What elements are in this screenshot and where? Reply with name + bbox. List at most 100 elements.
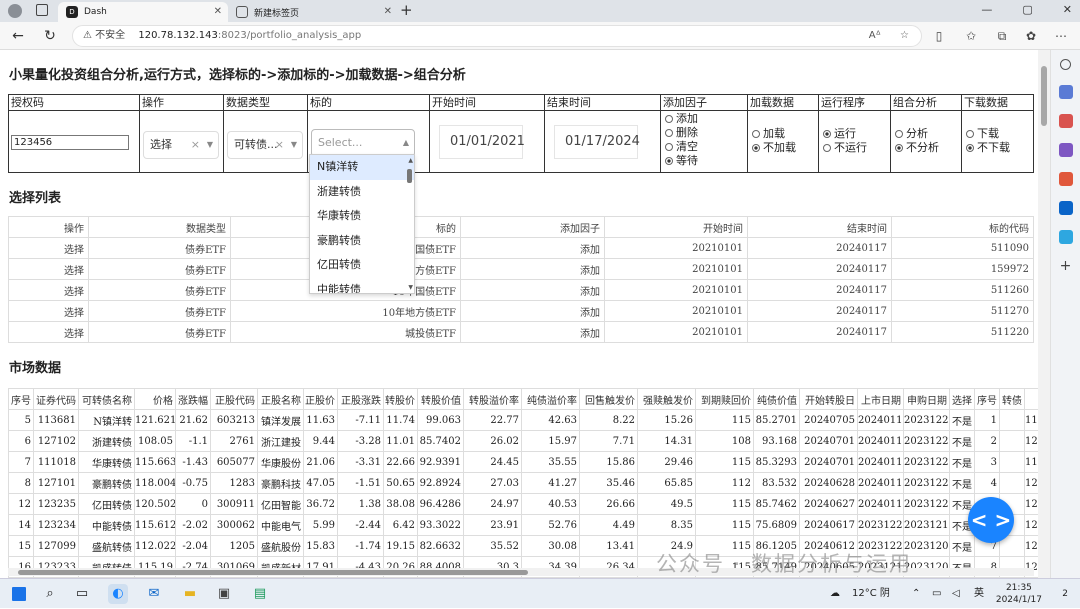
radio-checked-icon[interactable]	[752, 144, 760, 152]
weather-icon[interactable]: ☁	[830, 579, 840, 609]
radio-checked-icon[interactable]	[823, 130, 831, 138]
factor-option-add[interactable]: 添加	[665, 112, 747, 126]
market-col-header[interactable]: 正股代码	[210, 388, 258, 410]
radio-checked-icon[interactable]	[665, 157, 673, 165]
app-icon[interactable]: ▤	[250, 584, 270, 604]
search-icon[interactable]: ⌕	[40, 584, 60, 604]
new-tab-button[interactable]: +	[400, 1, 413, 19]
market-col-header[interactable]: 选择	[949, 388, 975, 410]
back-arrow-icon[interactable]: ←	[8, 26, 28, 46]
tag-icon[interactable]	[1058, 85, 1073, 99]
download-option-download[interactable]: 下载	[966, 127, 1033, 141]
analysis-option-no-analyze[interactable]: 不分析	[895, 141, 961, 155]
scroll-down-arrow-icon[interactable]: ▼	[408, 284, 413, 291]
market-col-header[interactable]: 证券代码	[33, 388, 79, 410]
radio-icon[interactable]	[895, 130, 903, 138]
market-col-header[interactable]: 涨跌幅	[175, 388, 211, 410]
chevron-down-icon[interactable]: ▼	[207, 132, 213, 158]
dropdown-option[interactable]: 浙建转债	[310, 180, 414, 205]
market-col-header[interactable]: 序号	[8, 388, 34, 410]
person-icon[interactable]	[1058, 143, 1073, 157]
radio-icon[interactable]	[823, 144, 831, 152]
radio-icon[interactable]	[966, 130, 974, 138]
load-option-no-load[interactable]: 不加载	[752, 141, 818, 155]
market-col-header[interactable]: 转债	[999, 388, 1025, 410]
file-explorer-icon[interactable]: ▬	[180, 584, 200, 604]
profile-icon[interactable]	[8, 4, 22, 18]
close-window-icon[interactable]: ✕	[1063, 3, 1072, 16]
url-field[interactable]: ⚠ 不安全 120.78.132.143:8023/portfolio_anal…	[72, 25, 922, 47]
vertical-scroll-thumb[interactable]	[1041, 66, 1047, 126]
market-col-header[interactable]: 序号	[974, 388, 1000, 410]
split-screen-icon[interactable]: ▯	[930, 27, 948, 45]
clear-icon[interactable]: ×	[191, 132, 200, 158]
load-option-load[interactable]: 加载	[752, 127, 818, 141]
scroll-up-arrow-icon[interactable]: ▲	[408, 157, 413, 164]
market-col-header[interactable]: 正股涨跌	[337, 388, 384, 410]
search-icon[interactable]	[1060, 59, 1071, 70]
vertical-scrollbar[interactable]	[1038, 50, 1050, 578]
selection-row[interactable]: 选择 债券ETF 10年国债ETF 添加 20210101 20240117 511260	[8, 279, 1034, 301]
selection-row[interactable]: 选择 债券ETF 地方债ETF 添加 20210101 20240117 159972	[8, 258, 1034, 280]
dropdown-option[interactable]: N镇洋转	[310, 155, 414, 180]
market-col-header[interactable]: 上市日期	[857, 388, 904, 410]
operation-select[interactable]: 选择 × ▼	[143, 131, 219, 159]
clear-icon[interactable]: ×	[275, 132, 284, 158]
end-date-input[interactable]: 01/17/2024	[554, 125, 640, 159]
tab-new[interactable]: 新建标签页 ✕	[228, 2, 398, 22]
auth-code-input[interactable]: 123456	[11, 135, 129, 150]
dropdown-option[interactable]: 华康转债	[310, 204, 414, 229]
store-icon[interactable]: ▣	[214, 584, 234, 604]
radio-icon[interactable]	[665, 129, 673, 137]
extension-icon[interactable]: ✿	[1022, 27, 1040, 45]
analysis-option-analyze[interactable]: 分析	[895, 127, 961, 141]
selection-row[interactable]: 选择 债券ETF 5年国债ETF 添加 20210101 20240117 511090	[8, 237, 1034, 259]
tab-dash[interactable]: D Dash ✕	[58, 2, 228, 22]
data-type-select[interactable]: 可转债... × ▼	[227, 131, 303, 159]
notification-badge[interactable]: 2	[1062, 579, 1068, 609]
toolbox-icon[interactable]	[1058, 114, 1073, 128]
reload-icon[interactable]: ↻	[40, 26, 60, 46]
dropdown-scroll-thumb[interactable]	[407, 169, 412, 183]
market-col-header[interactable]: 正股价	[303, 388, 338, 410]
market-col-header[interactable]: 转股溢价率	[463, 388, 522, 410]
minimize-icon[interactable]: —	[981, 3, 992, 16]
market-col-header[interactable]: 纯债价值	[753, 388, 800, 410]
not-secure-label[interactable]: ⚠ 不安全	[83, 30, 125, 41]
selection-row[interactable]: 选择 债券ETF 城投债ETF 添加 20210101 20240117 511220	[8, 321, 1034, 343]
horizontal-scroll-thumb[interactable]	[18, 570, 528, 575]
office-icon[interactable]	[1058, 172, 1073, 186]
speaker-icon[interactable]: ◁	[952, 579, 960, 609]
market-col-header[interactable]: 可转债名称	[78, 388, 135, 410]
target-dropdown-menu[interactable]: N镇洋转 浙建转债 华康转债 豪鹏转债 亿田转债 中能转债 ▲ ▼	[309, 154, 415, 294]
maximize-icon[interactable]: ▢	[1022, 3, 1032, 16]
market-col-header[interactable]: 代码	[1024, 388, 1038, 410]
send-icon[interactable]	[1058, 230, 1073, 244]
clock[interactable]: 21:35 2024/1/17	[996, 582, 1042, 606]
collections-icon[interactable]: ⧉	[993, 27, 1011, 45]
market-col-header[interactable]: 纯债溢价率	[521, 388, 580, 410]
market-col-header[interactable]: 强赎触发价	[637, 388, 696, 410]
input-language[interactable]: 英	[974, 579, 984, 609]
start-date-input[interactable]: 01/01/2021	[439, 125, 525, 159]
market-col-header[interactable]: 转股价值	[417, 388, 464, 410]
target-select[interactable]: Select... ▲	[311, 129, 415, 157]
read-aloud-icon[interactable]: Aᐞ	[869, 26, 881, 46]
favorites-icon[interactable]: ✩	[962, 27, 980, 45]
market-col-header[interactable]: 到期赎回价	[695, 388, 754, 410]
run-option-no-run[interactable]: 不运行	[823, 141, 890, 155]
run-option-run[interactable]: 运行	[823, 127, 890, 141]
radio-icon[interactable]	[752, 130, 760, 138]
outlook-icon[interactable]	[1058, 201, 1073, 215]
market-col-header[interactable]: 申购日期	[903, 388, 950, 410]
windows-start-icon[interactable]	[12, 587, 26, 601]
close-tab-icon[interactable]: ✕	[384, 6, 392, 17]
chevron-up-icon[interactable]: ▲	[403, 130, 409, 156]
factor-option-delete[interactable]: 删除	[665, 126, 747, 140]
edge-icon[interactable]: ◐	[108, 584, 128, 604]
add-icon[interactable]: +	[1059, 259, 1073, 273]
radio-icon[interactable]	[665, 115, 673, 123]
factor-option-clear[interactable]: 清空	[665, 140, 747, 154]
dropdown-option[interactable]: 中能转债	[310, 278, 414, 293]
download-option-no-download[interactable]: 不下载	[966, 141, 1033, 155]
